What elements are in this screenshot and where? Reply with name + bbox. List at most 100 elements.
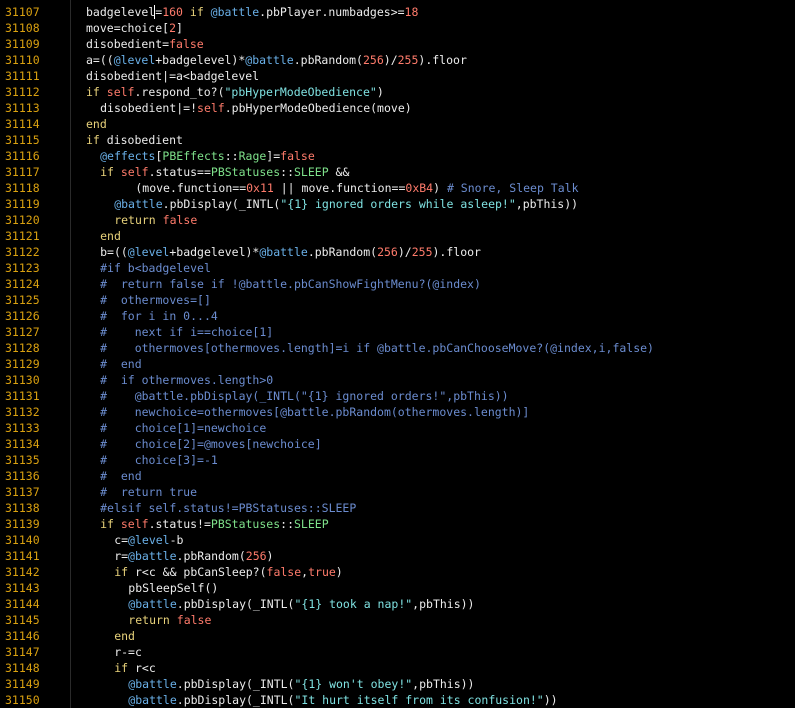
code-token: ) xyxy=(335,565,343,579)
code-token: disobedient|=a<badgelevel xyxy=(86,69,260,83)
code-text: # end xyxy=(100,468,142,484)
code-line[interactable]: 31114 end xyxy=(0,116,795,132)
code-line[interactable]: 31138 #elsif self.status!=PBStatuses::SLE… xyxy=(0,500,795,516)
code-line[interactable]: 31128 # othermoves[othermoves.length]=i i… xyxy=(0,340,795,356)
line-number: 31118 xyxy=(5,181,40,195)
code-token: @battle xyxy=(114,197,163,211)
code-line[interactable]: 31127 # next if i==choice[1] xyxy=(0,324,795,340)
code-token: .pbRandom( xyxy=(307,245,378,259)
code-token: false xyxy=(266,565,302,579)
line-number: 31148 xyxy=(5,661,40,675)
code-line[interactable]: 31125 # othermoves=[] xyxy=(0,292,795,308)
code-line[interactable]: 31141 r=@battle.pbRandom(256) xyxy=(0,548,795,564)
code-line[interactable]: 31116 @effects[PBEffects::Rage]=false xyxy=(0,148,795,164)
code-line[interactable]: 31122 b=((@level+badgelevel)*@battle.pbRa… xyxy=(0,244,795,260)
code-line[interactable]: 31146 end xyxy=(0,628,795,644)
code-text: disobedient|=a<badgelevel xyxy=(86,68,259,84)
code-line[interactable]: 31113 disobedient|=!self.pbHyperModeObedi… xyxy=(0,100,795,116)
code-line[interactable]: 31131 # @battle.pbDisplay(_INTL("{1} igno… xyxy=(0,388,795,404)
code-text: if r<c && pbCanSleep?(false,true) xyxy=(114,564,343,580)
code-line[interactable]: 31124 # return false if !@battle.pbCanSho… xyxy=(0,276,795,292)
line-number: 31144 xyxy=(5,597,40,611)
code-line[interactable]: 31137 # return true xyxy=(0,484,795,500)
code-token: ).floor xyxy=(418,53,467,67)
code-token: disobedient|=! xyxy=(100,101,198,115)
code-token: self xyxy=(120,517,149,531)
code-text: pbSleepSelf() xyxy=(128,580,218,596)
code-line[interactable]: 31109 disobedient=false xyxy=(0,36,795,52)
code-text: # return false if !@battle.pbCanShowFigh… xyxy=(100,276,481,292)
code-line[interactable]: 31130 # if othermoves.length>0 xyxy=(0,372,795,388)
code-line[interactable]: 31143 pbSleepSelf() xyxy=(0,580,795,596)
code-line[interactable]: 31115 if disobedient xyxy=(0,132,795,148)
line-number: 31123 xyxy=(5,261,40,275)
code-line[interactable]: 31144 @battle.pbDisplay(_INTL("{1} took a… xyxy=(0,596,795,612)
code-line[interactable]: 31129 # end xyxy=(0,356,795,372)
code-line[interactable]: 31117 if self.status==PBStatuses::SLEEP &… xyxy=(0,164,795,180)
code-token: @battle xyxy=(128,597,177,611)
code-token: .status== xyxy=(148,165,211,179)
code-line[interactable]: 31139 if self.status!=PBStatuses::SLEEP xyxy=(0,516,795,532)
code-line[interactable]: 31145 return false xyxy=(0,612,795,628)
code-token: r<c && pbCanSleep?( xyxy=(134,565,267,579)
code-text: if self.status==PBStatuses::SLEEP && xyxy=(100,164,349,180)
code-line[interactable]: 31123 #if b<badgelevel xyxy=(0,260,795,276)
code-line[interactable]: 31140 c=@level-b xyxy=(0,532,795,548)
code-token: .pbDisplay(_INTL( xyxy=(176,693,295,707)
code-line[interactable]: 31119 @battle.pbDisplay(_INTL("{1} ignore… xyxy=(0,196,795,212)
code-token: ,pbThis)) xyxy=(515,197,579,211)
line-number: 31108 xyxy=(5,21,40,35)
code-line[interactable]: 31142 if r<c && pbCanSleep?(false,true) xyxy=(0,564,795,580)
code-line[interactable]: 31121 end xyxy=(0,228,795,244)
line-number: 31134 xyxy=(5,437,40,451)
code-token: if xyxy=(100,165,121,179)
code-line[interactable]: 31136 # end xyxy=(0,468,795,484)
line-number: 31127 xyxy=(5,325,40,339)
code-line[interactable]: 31150 @battle.pbDisplay(_INTL("It hurt it… xyxy=(0,692,795,708)
code-text: @effects[PBEffects::Rage]=false xyxy=(100,148,315,164)
code-line[interactable]: 31149 @battle.pbDisplay(_INTL("{1} won't … xyxy=(0,676,795,692)
code-line[interactable]: 31112 if self.respond_to?("pbHyperModeObe… xyxy=(0,84,795,100)
line-number: 31136 xyxy=(5,469,40,483)
code-text: # end xyxy=(100,356,142,372)
code-text: return false xyxy=(114,212,197,228)
line-number: 31115 xyxy=(5,133,40,147)
code-line[interactable]: 31135 # choice[3]=-1 xyxy=(0,452,795,468)
code-token: # Snore, Sleep Talk xyxy=(446,181,579,195)
code-text: (move.function==0x11 || move.function==0… xyxy=(135,180,578,196)
code-token: @level xyxy=(127,245,170,259)
line-number: 31125 xyxy=(5,293,40,307)
code-line[interactable]: 31133 # choice[1]=newchoice xyxy=(0,420,795,436)
code-line[interactable]: 31118 (move.function==0x11 || move.functi… xyxy=(0,180,795,196)
code-text: # choice[1]=newchoice xyxy=(100,420,266,436)
code-line[interactable]: 31111 disobedient|=a<badgelevel xyxy=(0,68,795,84)
code-editor[interactable]: 31107 badgelevel=160 if @battle.pbPlayer.… xyxy=(0,0,795,708)
code-line[interactable]: 31132 # newchoice=othermoves[@battle.pbRa… xyxy=(0,404,795,420)
code-line[interactable]: 31134 # choice[2]=@moves[newchoice] xyxy=(0,436,795,452)
code-text: end xyxy=(86,116,107,132)
code-token: ]= xyxy=(266,149,281,163)
code-token: )/ xyxy=(383,53,398,67)
line-number: 31137 xyxy=(5,485,40,499)
code-text: @battle.pbDisplay(_INTL("{1} took a nap!… xyxy=(128,596,474,612)
code-line[interactable]: 31110 a=((@level+badgelevel)*@battle.pbRa… xyxy=(0,52,795,68)
code-text: r=@battle.pbRandom(256) xyxy=(114,548,273,564)
code-line[interactable]: 31108 move=choice[2] xyxy=(0,20,795,36)
code-text: # choice[3]=-1 xyxy=(100,452,218,468)
line-number: 31116 xyxy=(5,149,40,163)
code-line[interactable]: 31120 return false xyxy=(0,212,795,228)
code-line[interactable]: 31126 # for i in 0...4 xyxy=(0,308,795,324)
code-line[interactable]: 31107 badgelevel=160 if @battle.pbPlayer.… xyxy=(0,4,795,20)
code-text: if r<c xyxy=(114,660,156,676)
code-line[interactable]: 31148 if r<c xyxy=(0,660,795,676)
code-text: disobedient|=!self.pbHyperModeObedience(… xyxy=(100,100,412,116)
code-token: ).floor xyxy=(432,245,481,259)
line-number: 31112 xyxy=(5,85,40,99)
code-line[interactable]: 31147 r-=c xyxy=(0,644,795,660)
code-text: a=((@level+badgelevel)*@battle.pbRandom(… xyxy=(86,52,467,68)
line-number: 31114 xyxy=(5,117,40,131)
line-number: 31132 xyxy=(5,405,40,419)
code-area[interactable]: 31107 badgelevel=160 if @battle.pbPlayer.… xyxy=(0,4,795,708)
code-token: # othermoves[othermoves.length]=i if @ba… xyxy=(100,341,654,355)
code-token: PBStatuses xyxy=(210,517,281,531)
